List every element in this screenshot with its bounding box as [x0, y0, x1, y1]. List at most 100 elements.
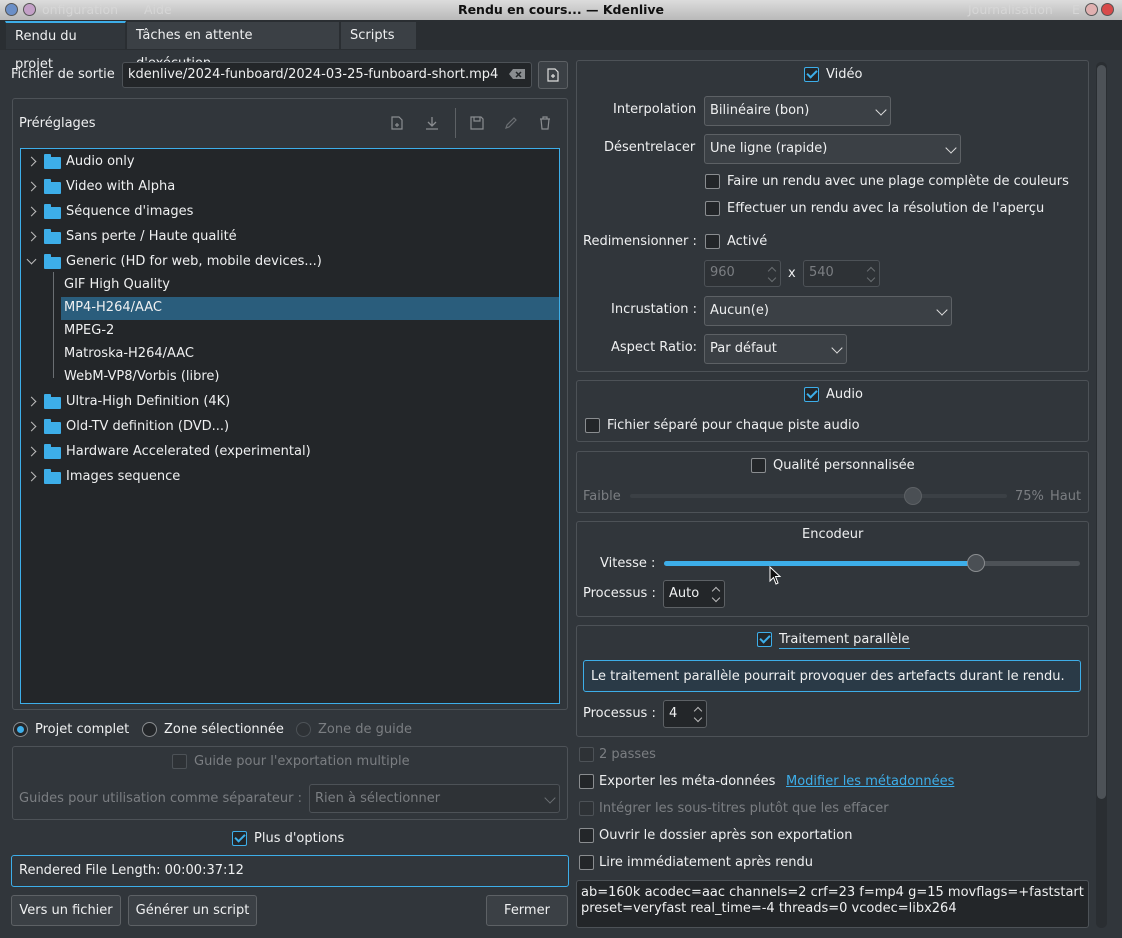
open-folder-label: Ouvrir le dossier après son exportation — [599, 828, 853, 843]
scrollbar-track[interactable] — [1096, 62, 1107, 928]
parallel-threads-spinbox[interactable]: 4 — [663, 700, 707, 728]
separate-audio-checkbox[interactable] — [585, 418, 600, 433]
more-options-checkbox[interactable] — [232, 831, 247, 846]
folder-icon — [44, 204, 61, 219]
tree-item-images-sequence[interactable]: Images sequence — [21, 465, 559, 489]
document-open-icon — [547, 68, 559, 82]
tree-item-uhd[interactable]: Ultra-High Definition (4K) — [21, 390, 559, 414]
output-file-value: kdenlive/2024-funboard/2024-03-25-funboa… — [128, 67, 499, 82]
play-after-checkbox[interactable] — [579, 855, 594, 870]
video-checkbox[interactable] — [804, 67, 819, 82]
tree-item-label: MP4-H264/AAC — [64, 300, 162, 315]
expand-arrow-icon[interactable] — [26, 446, 37, 457]
to-file-button[interactable]: Vers un fichier — [11, 895, 121, 926]
audio-title: Audio — [826, 387, 863, 402]
open-folder-checkbox[interactable] — [579, 828, 594, 843]
radio-selected-zone-label: Zone sélectionnée — [164, 722, 284, 737]
speed-label: Vitesse : — [600, 556, 656, 571]
tree-item-label: Sans perte / Haute qualité — [66, 229, 237, 244]
delete-preset-icon[interactable] — [537, 115, 553, 131]
tree-item-gif[interactable]: GIF High Quality — [21, 274, 559, 297]
tree-item-matroska[interactable]: Matroska-H264/AAC — [21, 343, 559, 366]
audio-checkbox[interactable] — [804, 387, 819, 402]
aspect-ratio-combo[interactable]: Par défaut — [704, 334, 847, 364]
resize-checkbox[interactable] — [705, 234, 720, 249]
close-button[interactable]: Fermer — [486, 895, 568, 926]
separator-combo[interactable]: Rien à sélectionner — [309, 784, 560, 813]
tree-item-generic[interactable]: Generic (HD for web, mobile devices...) — [21, 250, 559, 274]
parallel-checkbox[interactable] — [757, 632, 772, 647]
edit-preset-icon[interactable] — [503, 115, 519, 131]
window-maximize-button[interactable] — [1085, 3, 1098, 16]
speed-slider[interactable] — [664, 561, 1080, 566]
resize-width-spinbox[interactable]: 960 — [704, 260, 781, 287]
parallel-warning-text: Le traitement parallèle pourrait provoqu… — [591, 669, 1065, 684]
custom-quality-checkbox[interactable] — [751, 458, 766, 473]
tree-item-lossless[interactable]: Sans perte / Haute qualité — [21, 225, 559, 249]
radio-full-project[interactable] — [13, 722, 28, 737]
expand-arrow-icon[interactable] — [26, 181, 37, 192]
folder-icon — [44, 229, 61, 244]
spin-down-icon[interactable] — [711, 593, 721, 603]
tree-item-label: Old-TV definition (DVD...) — [66, 419, 230, 434]
clear-text-icon[interactable] — [508, 68, 526, 80]
radio-selected-zone[interactable] — [142, 722, 157, 737]
tree-item-mpeg2[interactable]: MPEG-2 — [21, 320, 559, 343]
deinterlace-combo[interactable]: Une ligne (rapide) — [704, 134, 961, 164]
radio-full-project-label: Projet complet — [35, 722, 130, 737]
download-preset-icon[interactable] — [424, 115, 440, 131]
embed-subtitles-checkbox[interactable] — [579, 801, 594, 816]
render-params-textarea[interactable]: ab=160k acodec=aac channels=2 crf=23 f=m… — [576, 880, 1089, 928]
resize-x-label: x — [788, 266, 796, 281]
collapse-arrow-icon[interactable] — [26, 254, 37, 265]
tree-item-oldtv[interactable]: Old-TV definition (DVD...) — [21, 415, 559, 439]
radio-guide-zone[interactable] — [296, 722, 311, 737]
save-preset-icon[interactable] — [469, 115, 485, 131]
spin-down-icon[interactable] — [767, 273, 777, 283]
tree-item-image-sequence[interactable]: Séquence d'images — [21, 200, 559, 224]
spin-down-icon[interactable] — [866, 273, 876, 283]
export-metadata-checkbox[interactable] — [579, 774, 594, 789]
preview-res-checkbox[interactable] — [705, 201, 720, 216]
resize-enabled-label: Activé — [727, 234, 768, 249]
scrollbar-thumb[interactable] — [1097, 65, 1106, 799]
expand-arrow-icon[interactable] — [26, 156, 37, 167]
quality-slider-handle[interactable] — [903, 487, 922, 505]
tree-item-video-alpha[interactable]: Video with Alpha — [21, 175, 559, 199]
encoder-threads-spinbox[interactable]: Auto — [663, 580, 725, 608]
edit-metadata-link[interactable]: Modifier les métadonnées — [786, 774, 954, 789]
tree-item-label: Matroska-H264/AAC — [64, 346, 194, 361]
generate-script-button[interactable]: Générer un script — [128, 895, 257, 926]
encoder-title: Encodeur — [802, 527, 864, 542]
multi-export-checkbox[interactable] — [172, 754, 187, 769]
output-file-input[interactable]: kdenlive/2024-funboard/2024-03-25-funboa… — [122, 62, 532, 88]
folder-icon — [44, 254, 61, 269]
overlay-combo[interactable]: Aucun(e) — [704, 296, 952, 326]
tab-render-project[interactable]: Rendu du projet — [5, 21, 126, 72]
window-close-button[interactable] — [1101, 3, 1114, 16]
expand-arrow-icon[interactable] — [26, 206, 37, 217]
tree-item-label: Séquence d'images — [66, 204, 194, 219]
resize-height-spinbox[interactable]: 540 — [803, 260, 880, 287]
quality-slider[interactable] — [630, 494, 1007, 498]
open-file-button[interactable] — [538, 61, 568, 89]
new-preset-icon[interactable] — [389, 115, 405, 131]
tree-item-label: Generic (HD for web, mobile devices...) — [66, 254, 322, 269]
expand-arrow-icon[interactable] — [26, 396, 37, 407]
full-range-checkbox[interactable] — [705, 174, 720, 189]
tab-pending-jobs[interactable]: Tâches en attente d'exécution — [126, 21, 340, 71]
expand-arrow-icon[interactable] — [26, 421, 37, 432]
expand-arrow-icon[interactable] — [26, 471, 37, 482]
expand-arrow-icon[interactable] — [26, 231, 37, 242]
tree-item-webm[interactable]: WebM-VP8/Vorbis (libre) — [21, 366, 559, 389]
tree-item-hw-accel[interactable]: Hardware Accelerated (experimental) — [21, 440, 559, 464]
folder-icon — [44, 179, 61, 194]
speed-slider-handle[interactable] — [967, 554, 985, 572]
tree-item-audio-only[interactable]: Audio only — [21, 150, 559, 174]
tab-scripts[interactable]: Scripts — [340, 21, 417, 50]
folder-icon — [44, 394, 61, 409]
interpolation-combo[interactable]: Bilinéaire (bon) — [704, 96, 891, 126]
tree-item-mp4-selected[interactable]: MP4-H264/AAC — [61, 297, 559, 320]
two-pass-checkbox[interactable] — [579, 747, 594, 762]
spin-down-icon[interactable] — [693, 713, 703, 723]
